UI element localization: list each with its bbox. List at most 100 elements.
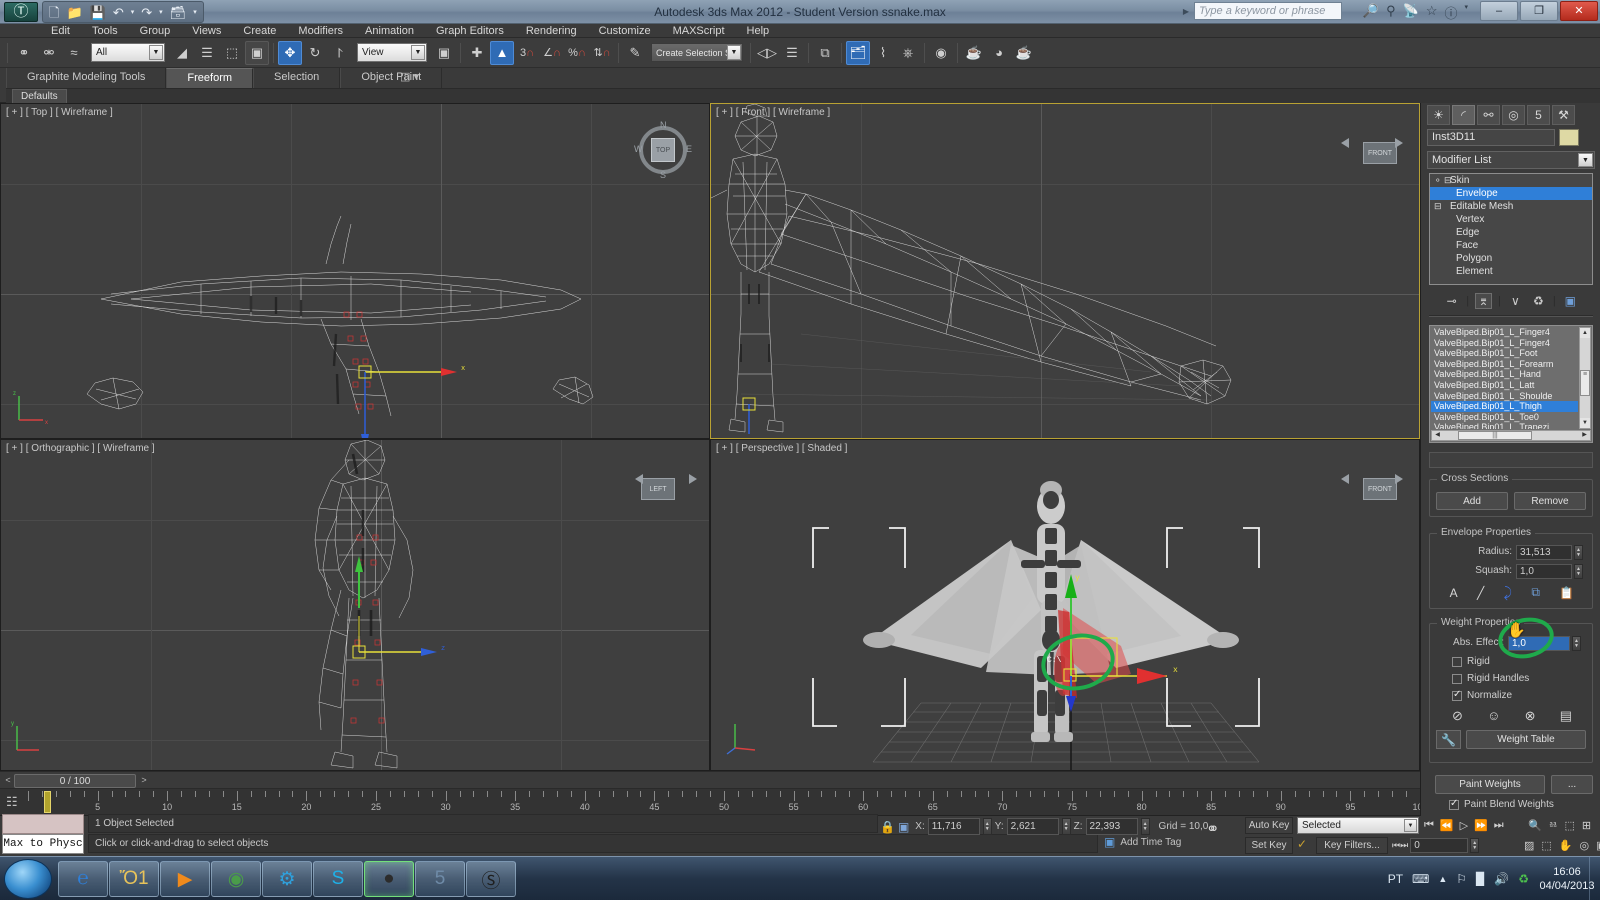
viewcube-left-arrows[interactable] <box>631 466 701 492</box>
modifier-stack-item-vertex[interactable]: Vertex <box>1430 213 1592 226</box>
angle-snap-toggle-icon[interactable]: ∠ ∩ <box>540 41 564 65</box>
viewcube-perspective-arrows[interactable] <box>1337 466 1407 492</box>
ribbon-panel-toggle-icon[interactable]: ◫ ▾ <box>400 70 419 83</box>
chevron-down-icon[interactable]: ▼ <box>149 45 163 60</box>
undo-icon[interactable]: ↶ <box>113 6 124 19</box>
menu-item-rendering[interactable]: Rendering <box>515 24 588 38</box>
menu-item-edit[interactable]: Edit <box>40 24 81 38</box>
menu-item-create[interactable]: Create <box>232 24 287 38</box>
viewport-perspective[interactable]: [ + ] [ Perspective ] [ Shaded ] y x C:\… <box>710 439 1420 771</box>
bone-list[interactable]: ValveBiped.Bip01_L_Finger4 ValveBiped.Bip… <box>1429 325 1593 443</box>
absolute-relative-envelope-icon[interactable]: A <box>1450 586 1458 600</box>
bone-list-item[interactable]: ValveBiped.Bip01_L_Shoulde <box>1431 391 1578 402</box>
bone-list-item[interactable]: ValveBiped.Bip01_L_Hand <box>1431 369 1578 380</box>
redo-dropdown-icon[interactable]: ▾ <box>159 9 163 16</box>
curve-editor-icon[interactable]: ⌇ <box>871 41 895 65</box>
help-dropdown-icon[interactable]: ▾ <box>1464 3 1468 22</box>
bone-list-item[interactable]: ValveBiped.Bip01_L_Latt <box>1431 380 1578 391</box>
search-input[interactable]: Type a keyword or phrase <box>1194 2 1342 20</box>
set-key-icon[interactable]: ✓ <box>1297 837 1307 851</box>
play-animation-button[interactable]: ▷ <box>1460 819 1468 832</box>
select-object-icon[interactable]: ◢ <box>170 41 194 65</box>
search-binoculars-icon[interactable]: 🔎 <box>1363 3 1379 22</box>
rigid-checkbox-row[interactable]: Rigid <box>1452 656 1490 667</box>
bone-list-item[interactable]: ValveBiped.Bip01_L_Trapezi <box>1431 422 1578 429</box>
viewport-top[interactable]: [ + ] [ Top ] [ Wireframe ] x N S E W TO… <box>0 103 710 439</box>
envelope-linear-icon[interactable]: ╱ <box>1477 586 1484 600</box>
menu-item-tools[interactable]: Tools <box>81 24 129 38</box>
bone-list-item[interactable]: ValveBiped.Bip01_L_Toe0 <box>1431 412 1578 423</box>
frame-ruler[interactable]: 5101520253035404550556065707580859095100 <box>28 789 1420 816</box>
bone-list-item[interactable]: ValveBiped.Bip01_L_Thigh <box>1431 401 1578 412</box>
rigid-handles-checkbox[interactable] <box>1452 674 1462 684</box>
configure-modifier-sets-icon[interactable]: ▣ <box>1562 294 1579 308</box>
bone-list-vertical-scrollbar[interactable]: ▲ ≡ ▼ <box>1579 327 1591 429</box>
next-frame-arrow[interactable]: > <box>138 774 150 788</box>
render-production-icon[interactable]: ☕ <box>1012 41 1036 65</box>
chevron-down-icon[interactable]: ▼ <box>727 45 741 60</box>
envelope-smooth-icon[interactable]: ⤸ <box>1504 584 1512 601</box>
previous-frame-button[interactable]: ⏪ <box>1440 819 1454 832</box>
modifier-stack-item-editable-mesh[interactable]: ⊟ Editable Mesh <box>1430 200 1592 213</box>
action-center-flag-icon[interactable]: ⚐ <box>1456 872 1467 886</box>
bone-list-item[interactable]: ValveBiped.Bip01_L_Finger4 <box>1431 327 1578 338</box>
ribbon-tab-freeform[interactable]: Freeform <box>166 68 253 88</box>
zoom-all-icon[interactable]: ⎂ <box>1549 819 1558 832</box>
hierarchy-tab[interactable]: ⚯ <box>1477 105 1500 125</box>
close-button[interactable]: ✕ <box>1560 1 1598 21</box>
viewport-orthographic[interactable]: [ + ] [ Orthographic ] [ Wireframe ] z L… <box>0 439 710 771</box>
utorrent-icon[interactable]: ⚙ <box>262 861 312 897</box>
object-color-swatch[interactable] <box>1559 129 1579 146</box>
track-bar[interactable]: ☷ 51015202530354045505560657075808590951… <box>0 789 1420 816</box>
menu-item-customize[interactable]: Customize <box>588 24 662 38</box>
use-center-flyout-icon[interactable]: ▣ <box>432 41 456 65</box>
modifier-stack-item-polygon[interactable]: Polygon <box>1430 252 1592 265</box>
ribbon-tab-graphite-modeling-tools[interactable]: Graphite Modeling Tools <box>6 68 166 88</box>
remove-modifier-icon[interactable]: ♻ <box>1530 294 1547 308</box>
modifier-stack-item-face[interactable]: Face <box>1430 239 1592 252</box>
squash-spinner[interactable]: ▲ ▼ <box>1574 564 1583 579</box>
squash-input[interactable]: 1,0 <box>1516 564 1572 579</box>
reference-coordinate-system-combo[interactable]: View ▼ <box>357 43 427 62</box>
minimize-button[interactable]: – <box>1480 1 1518 21</box>
qat-dropdown-icon[interactable]: ▾ <box>193 9 197 16</box>
paste-envelope-icon[interactable]: 📋 <box>1559 586 1574 600</box>
normalize-checkbox-row[interactable]: Normalize <box>1452 690 1512 701</box>
edit-named-selection-sets-icon[interactable]: ✎ <box>623 41 647 65</box>
maximize-button[interactable]: ❐ <box>1520 1 1558 21</box>
weight-tool-wrench-icon[interactable]: 🔧 <box>1436 730 1461 749</box>
x-spinner[interactable]: ▲ ▼ <box>983 818 992 835</box>
layer-manager-icon[interactable]: ⧉ <box>813 41 837 65</box>
windows-media-player-icon[interactable]: ▶ <box>160 861 210 897</box>
frame-spinner[interactable]: ▲ ▼ <box>1470 838 1479 853</box>
render-setup-icon[interactable]: ☕ <box>962 41 986 65</box>
schematic-view-icon[interactable]: ⎈ <box>896 41 920 65</box>
scroll-down-icon[interactable]: ▼ <box>1580 418 1590 428</box>
bone-list-horizontal-scrollbar[interactable]: ◀ ||| ▶ <box>1431 430 1591 441</box>
new-file-icon[interactable]: 🗋 <box>49 6 59 19</box>
menu-item-help[interactable]: Help <box>736 24 781 38</box>
bone-list-item[interactable]: ValveBiped.Bip01_L_Foot <box>1431 348 1578 359</box>
lock-selection-icon[interactable]: 🔒 <box>880 820 895 834</box>
zoom-icon[interactable]: 🔍 <box>1528 819 1542 832</box>
selection-level-combo[interactable]: Selected ▼ <box>1297 817 1419 834</box>
copy-envelope-icon[interactable]: ⧉ <box>1531 585 1540 600</box>
show-end-result-icon[interactable]: ⌆ <box>1475 293 1492 309</box>
select-and-manipulate-icon[interactable]: ✚ <box>465 41 489 65</box>
bind-to-space-warp-icon[interactable]: ≈ <box>62 41 86 65</box>
paint-options-button[interactable]: ... <box>1551 775 1593 794</box>
create-tab[interactable]: ☀ <box>1427 105 1450 125</box>
modifier-stack-item-envelope[interactable]: Envelope <box>1430 187 1592 200</box>
bone-filter-field[interactable] <box>1429 452 1593 468</box>
normalize-checkbox[interactable] <box>1452 691 1462 701</box>
keyboard-tray-icon[interactable]: ⌨ <box>1412 872 1429 886</box>
modify-tab[interactable]: ◜ <box>1452 105 1475 125</box>
internet-explorer-icon[interactable]: ℮ <box>58 861 108 897</box>
region-zoom-icon[interactable]: ⬚ <box>1541 839 1551 852</box>
y-input[interactable]: 2,621 <box>1007 818 1059 835</box>
motion-tab[interactable]: ◎ <box>1502 105 1525 125</box>
mirror-icon[interactable]: ◁▷ <box>755 41 779 65</box>
modifier-stack-item-skin[interactable]: ⚬ ⊟Skin <box>1430 174 1592 187</box>
windows-explorer-icon[interactable]: Ὄ1 <box>109 861 159 897</box>
menu-item-animation[interactable]: Animation <box>354 24 425 38</box>
